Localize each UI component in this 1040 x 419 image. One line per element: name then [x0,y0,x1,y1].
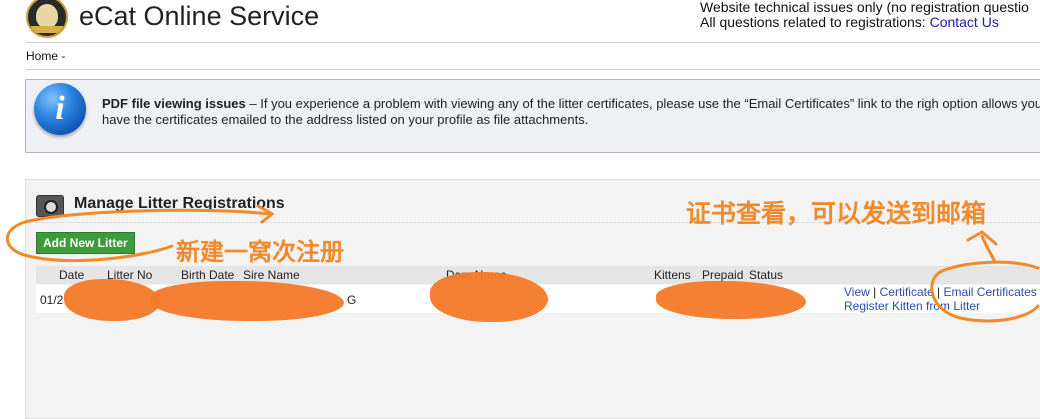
ellipse-around-email-link [930,260,1040,323]
new-litter-annotation: 新建一窝次注册 [176,239,344,266]
certificate-annotation: 证书查看，可以发送到邮箱 [686,200,987,228]
